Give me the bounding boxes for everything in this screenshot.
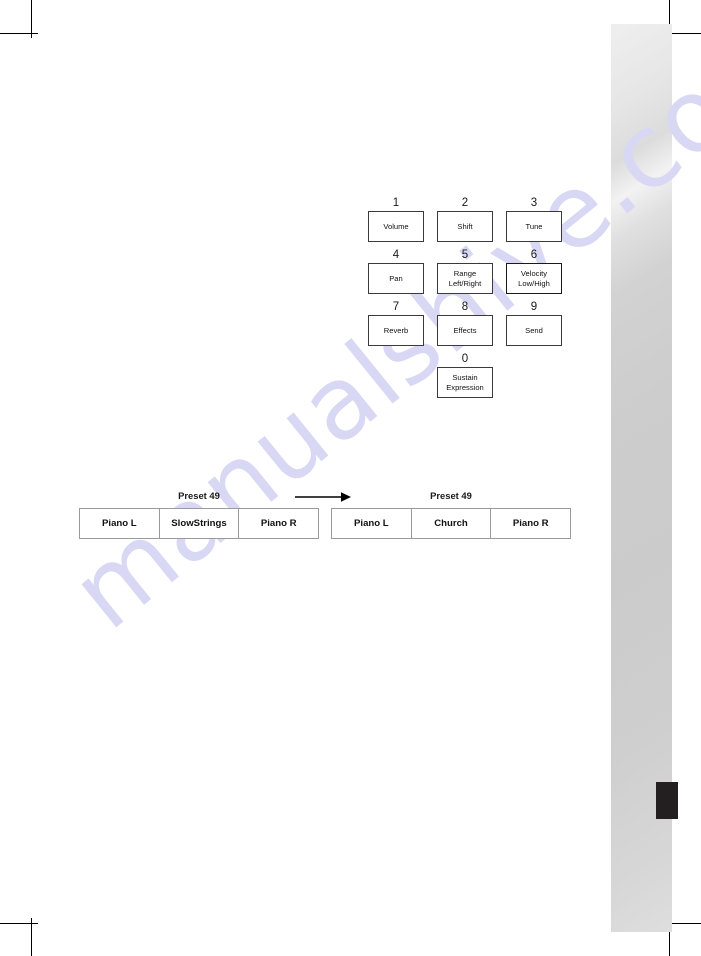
key-number-8: 8 — [461, 301, 469, 313]
key-label-reverb: Reverb — [383, 325, 409, 335]
preset-cell[interactable]: Piano L — [80, 509, 160, 538]
key-number-1: 1 — [392, 197, 400, 209]
key-cell-6: 6 Velocity Low/High — [506, 248, 562, 294]
preset-cell[interactable]: SlowStrings — [160, 509, 240, 538]
key-cell-8: 8 Effects — [437, 300, 493, 346]
key-button-send[interactable]: Send — [506, 315, 562, 346]
key-cell-4: 4 Pan — [368, 248, 424, 294]
key-cell-3: 3 Tune — [506, 196, 562, 242]
key-cell-0: 0 Sustain Expression — [437, 352, 493, 398]
key-button-effects[interactable]: Effects — [437, 315, 493, 346]
key-button-shift[interactable]: Shift — [437, 211, 493, 242]
page-content: 1 Volume 2 Shift 3 Tune 4 Pan 5 Range Le… — [0, 0, 701, 956]
key-number-2: 2 — [461, 197, 469, 209]
key-number-7: 7 — [392, 301, 400, 313]
key-label-volume: Volume — [383, 221, 409, 231]
key-number-5: 5 — [461, 249, 469, 261]
key-button-pan[interactable]: Pan — [368, 263, 424, 294]
key-button-tune[interactable]: Tune — [506, 211, 562, 242]
key-cell-9: 9 Send — [506, 300, 562, 346]
key-number-3: 3 — [530, 197, 538, 209]
key-row: 4 Pan 5 Range Left/Right 6 Velocity Low/… — [368, 248, 563, 294]
key-label-pan: Pan — [389, 273, 403, 283]
preset-cell[interactable]: Piano R — [491, 509, 570, 538]
preset-cell[interactable]: Church — [412, 509, 492, 538]
key-row: 0 Sustain Expression — [437, 352, 563, 398]
preset-cell[interactable]: Piano R — [239, 509, 318, 538]
preset-cell[interactable]: Piano L — [332, 509, 412, 538]
key-label-tune: Tune — [525, 221, 543, 231]
key-label-range: Range Left/Right — [448, 269, 482, 288]
key-button-sustain[interactable]: Sustain Expression — [437, 367, 493, 398]
numeric-key-diagram: 1 Volume 2 Shift 3 Tune 4 Pan 5 Range Le… — [368, 196, 563, 404]
key-number-0: 0 — [461, 353, 469, 365]
key-button-velocity[interactable]: Velocity Low/High — [506, 263, 562, 294]
key-number-9: 9 — [530, 301, 538, 313]
key-number-4: 4 — [392, 249, 400, 261]
key-cell-2: 2 Shift — [437, 196, 493, 242]
key-label-effects: Effects — [453, 325, 477, 335]
key-button-volume[interactable]: Volume — [368, 211, 424, 242]
preset-table-before: Preset 49 Piano L SlowStrings Piano R — [79, 489, 319, 539]
key-number-6: 6 — [530, 249, 538, 261]
preset-title-before: Preset 49 — [178, 490, 220, 501]
key-cell-7: 7 Reverb — [368, 300, 424, 346]
key-cell-1: 1 Volume — [368, 196, 424, 242]
manual-page: manualshive.com 1 Volume 2 Shift 3 Tune … — [0, 0, 701, 956]
key-label-velocity: Velocity Low/High — [518, 269, 550, 288]
key-label-sustain: Sustain Expression — [446, 373, 484, 392]
key-button-reverb[interactable]: Reverb — [368, 315, 424, 346]
key-cell-5: 5 Range Left/Right — [437, 248, 493, 294]
preset-row-after: Piano L Church Piano R — [331, 508, 571, 539]
key-label-shift: Shift — [457, 221, 473, 231]
key-label-send: Send — [525, 325, 543, 335]
preset-title-after: Preset 49 — [430, 490, 472, 501]
preset-table-after: Preset 49 Piano L Church Piano R — [331, 489, 571, 539]
key-row: 1 Volume 2 Shift 3 Tune — [368, 196, 563, 242]
key-row: 7 Reverb 8 Effects 9 Send — [368, 300, 563, 346]
key-button-range[interactable]: Range Left/Right — [437, 263, 493, 294]
preset-row-before: Piano L SlowStrings Piano R — [79, 508, 319, 539]
